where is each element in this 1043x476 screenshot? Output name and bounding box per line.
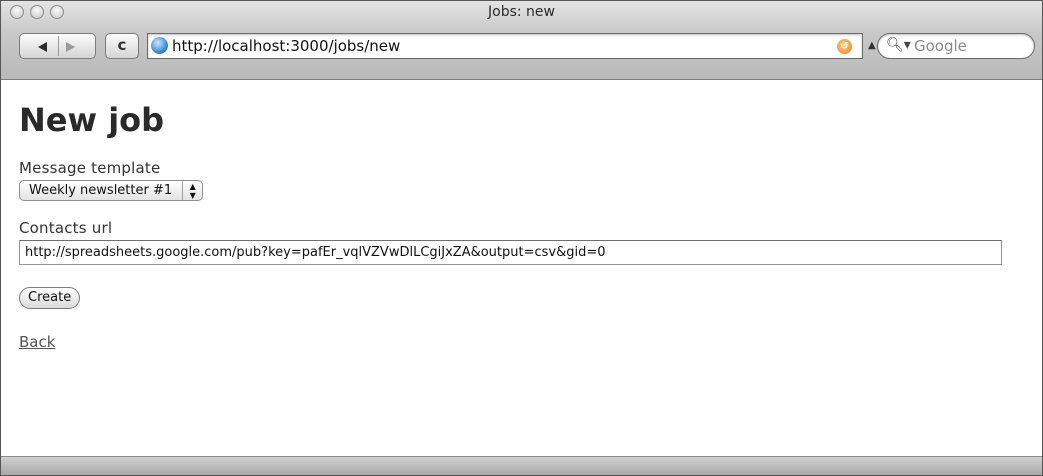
nav-divider [58,36,59,56]
contacts-section: Contacts url [19,219,1042,265]
message-template-label: Message template [19,159,161,177]
reload-icon: c [117,36,127,54]
back-forward-buttons [19,33,96,59]
reload-button[interactable]: c [105,33,139,59]
message-template-select[interactable]: Weekly newsletter #1 ▲ ▼ [19,180,204,201]
search-input[interactable] [914,36,1024,56]
status-bar [1,456,1042,475]
caret-up-icon: ▲ [868,40,876,51]
contacts-url-label: Contacts url [19,219,113,237]
address-url: http://localhost:3000/jobs/new [172,37,401,55]
browser-toolbar: Jobs: new c http://localhost:3000/jobs/n… [1,1,1042,80]
actions: Create [19,286,1042,309]
search-field[interactable]: 🔍︎▾ [877,33,1035,59]
select-arrows-icon: ▲ ▼ [182,181,202,200]
snapback-icon[interactable]: ↺ [837,39,852,54]
forward-arrow-icon[interactable] [66,42,75,52]
message-template-value: Weekly newsletter #1 [29,183,173,198]
search-icon[interactable]: 🔍︎▾ [886,37,911,53]
page-content: New job Message template Weekly newslett… [19,101,1042,351]
page-title: New job [19,101,165,139]
globe-icon [151,37,168,54]
template-section: Message template Weekly newsletter #1 ▲ ▼ [19,159,1042,201]
back-link[interactable]: Back [19,333,55,351]
back-arrow-icon[interactable] [38,42,47,52]
address-bar[interactable]: http://localhost:3000/jobs/new ↺ [147,33,863,59]
contacts-url-input[interactable] [19,240,1002,265]
create-button[interactable]: Create [19,286,81,309]
window-title: Jobs: new [488,4,555,20]
browser-window: Jobs: new c http://localhost:3000/jobs/n… [0,0,1043,476]
